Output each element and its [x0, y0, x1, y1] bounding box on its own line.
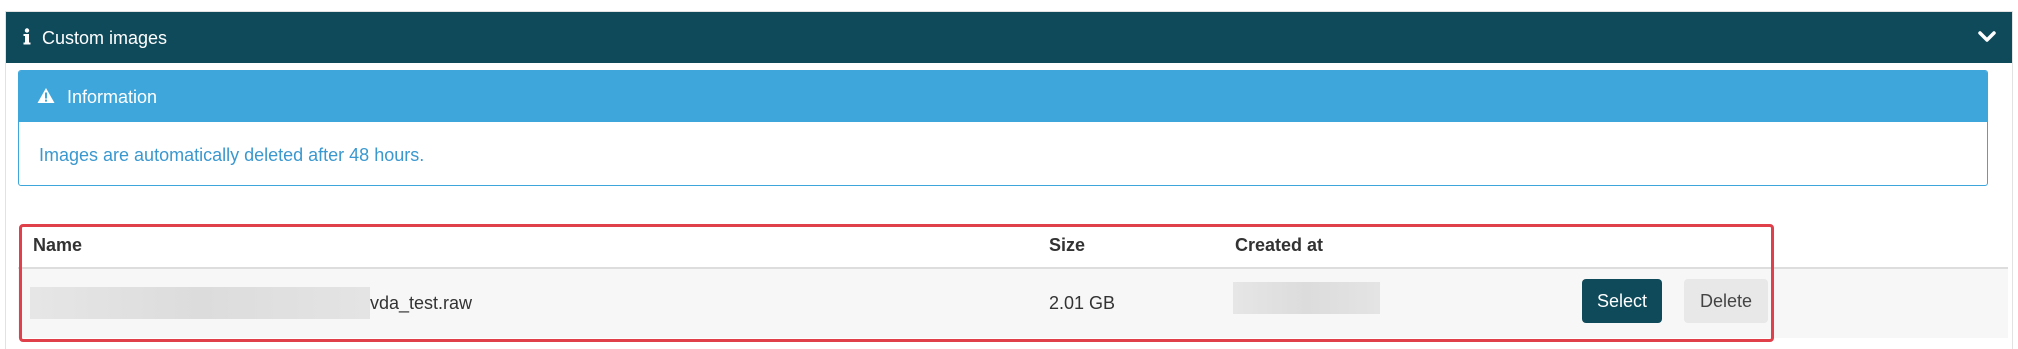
- chevron-down-icon[interactable]: [1976, 26, 1998, 48]
- warning-icon: [37, 87, 57, 105]
- redacted-name-prefix: [30, 287, 370, 319]
- alert-title: Information: [67, 87, 158, 107]
- column-header-name: Name: [33, 235, 83, 255]
- delete-button[interactable]: Delete: [1684, 279, 1768, 323]
- alert-header: Information: [19, 71, 1987, 122]
- table-header: Name Size Created at: [18, 216, 2008, 269]
- table-row: vda_test.raw 2.01 GB Select Delete: [18, 269, 2008, 338]
- image-name: vda_test.raw: [370, 293, 473, 313]
- column-header-created-at: Created at: [1235, 235, 1324, 255]
- info-icon: [22, 26, 32, 48]
- image-size: 2.01 GB: [1049, 293, 1116, 313]
- information-alert: Information Images are automatically del…: [18, 70, 1988, 186]
- images-table: Name Size Created at vda_test.raw 2.01 G…: [18, 216, 2008, 338]
- redacted-created-at: [1233, 282, 1380, 314]
- column-header-size: Size: [1049, 235, 1086, 255]
- panel-title: Custom images: [42, 28, 168, 48]
- select-button[interactable]: Select: [1582, 279, 1662, 323]
- alert-message: Images are automatically deleted after 4…: [39, 145, 425, 165]
- panel-header[interactable]: Custom images: [6, 12, 2012, 63]
